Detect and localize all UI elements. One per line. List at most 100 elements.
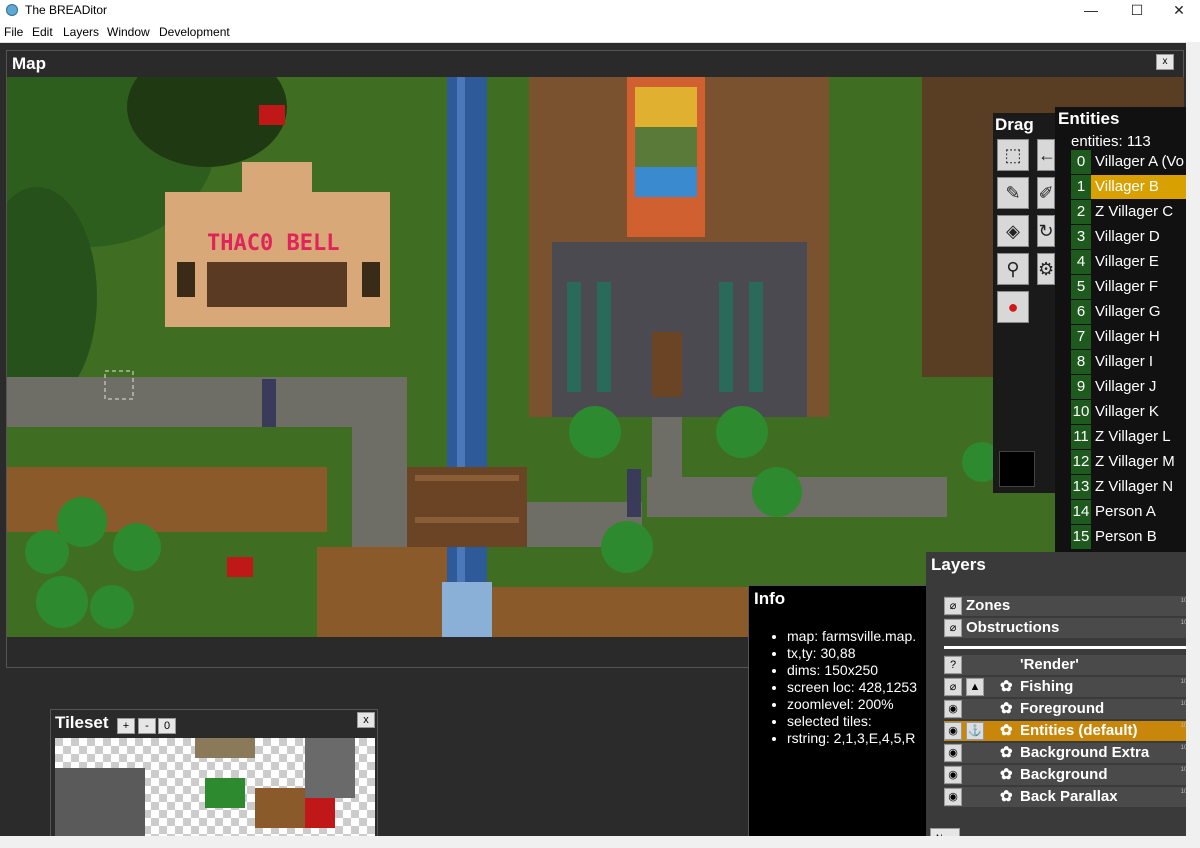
entity-name: Villager H: [1095, 328, 1160, 345]
palette-icon: ✿: [1000, 722, 1013, 739]
eye-icon[interactable]: ◉: [944, 766, 962, 784]
entity-row[interactable]: 9 Villager J: [1071, 375, 1200, 399]
layer-row[interactable]: ◉✿Foreground100%: [944, 699, 1200, 719]
palette-icon: ✿: [1000, 678, 1013, 695]
layer-name: Background: [1020, 766, 1108, 783]
entity-index: 3: [1071, 225, 1091, 249]
maximize-button[interactable]: ☐: [1114, 0, 1160, 22]
entity-row[interactable]: 15 Person B: [1071, 525, 1200, 549]
layers-divider: [944, 646, 1200, 649]
treasure-chest: [259, 105, 285, 125]
entity-name: Villager F: [1095, 278, 1159, 295]
marquee-select-tool[interactable]: ⬚: [997, 139, 1029, 171]
drag-toolbar: Drag ⬚ ✎ ◈ ⚲ ● ← ✐ ↻ ⚙: [993, 113, 1056, 493]
menu-file[interactable]: File: [4, 25, 23, 39]
zoom-tool[interactable]: ⚲: [997, 253, 1029, 285]
anchor-icon[interactable]: ⚓: [966, 722, 984, 740]
entity-name: Person B: [1095, 528, 1157, 545]
entity-row[interactable]: 13 Z Villager N: [1071, 475, 1200, 499]
pencil-tool[interactable]: ✐: [1037, 177, 1055, 209]
layer-row-zones[interactable]: ⌀ Zones 100%: [944, 596, 1200, 616]
eye-icon[interactable]: ◉: [944, 788, 962, 806]
entities-panel: Entities entities: 113 0 Villager A (Vo 1 V…: [1055, 107, 1200, 552]
entity-name: Villager G: [1095, 303, 1161, 320]
app-icon: [6, 4, 18, 16]
menu-edit[interactable]: Edit: [32, 25, 53, 39]
obstruction-tool[interactable]: ●: [997, 291, 1029, 323]
entity-row[interactable]: 6 Villager G: [1071, 300, 1200, 324]
hidden-eye-icon[interactable]: ⌀: [944, 597, 962, 615]
menu-window[interactable]: Window: [107, 25, 150, 39]
entity-row[interactable]: 5 Villager F: [1071, 275, 1200, 299]
eye-icon[interactable]: ⌀: [944, 678, 962, 696]
tileset-panel: Tileset + - 0 x: [50, 709, 378, 848]
tileset-zoom-in-button[interactable]: +: [117, 718, 135, 734]
entity-index: 0: [1071, 150, 1091, 174]
entity-index: 11: [1071, 425, 1091, 449]
entity-row[interactable]: 8 Villager I: [1071, 350, 1200, 374]
entity-row[interactable]: 2Z Villager C: [1071, 200, 1200, 224]
tileset-zoom-out-button[interactable]: -: [138, 718, 156, 734]
entity-index: 9: [1071, 375, 1091, 399]
layers-title: Layers: [931, 555, 986, 574]
render-header-label: 'Render': [1020, 656, 1079, 673]
entity-row[interactable]: 3 Villager D: [1071, 225, 1200, 249]
window-title: The BREADitor: [25, 3, 108, 17]
treasure-chest: [227, 557, 253, 577]
close-window-button[interactable]: ✕: [1156, 0, 1200, 22]
villager-sprite: [262, 379, 276, 427]
layer-name: Foreground: [1020, 700, 1105, 717]
eye-icon[interactable]: ◉: [944, 722, 962, 740]
entity-row[interactable]: 7 Villager H: [1071, 325, 1200, 349]
tileset-tiles: [55, 738, 375, 845]
layer-row[interactable]: ◉✿Entities (default)100%⚓: [944, 721, 1200, 741]
tileset-canvas[interactable]: [55, 738, 375, 845]
entity-row[interactable]: 10 Villager K: [1071, 400, 1200, 424]
layer-row[interactable]: ⌀✿Fishing100%▲: [944, 677, 1200, 697]
arrow-tool[interactable]: ←: [1037, 139, 1056, 171]
tileset-zoom-reset-button[interactable]: 0: [158, 718, 176, 734]
entity-name: Villager A (Vo: [1095, 153, 1184, 170]
map-panel-title: Map: [12, 54, 46, 73]
entity-row[interactable]: 0 Villager A (Vo: [1071, 150, 1200, 174]
entity-row[interactable]: 4 Villager E: [1071, 250, 1200, 274]
entity-index: 14: [1071, 500, 1091, 524]
layer-row[interactable]: ◉✿Back Parallax100%: [944, 787, 1200, 807]
horizontal-scrollbar[interactable]: [0, 836, 1186, 848]
tree-icon[interactable]: ▲: [966, 678, 984, 696]
layer-name: Obstructions: [966, 619, 1060, 636]
fill-bucket-tool[interactable]: ◈: [997, 215, 1029, 247]
settings-tool[interactable]: ⚙: [1037, 253, 1055, 285]
entity-index: 5: [1071, 275, 1091, 299]
color-swatch[interactable]: [999, 451, 1035, 487]
minimize-button[interactable]: —: [1068, 0, 1114, 22]
eye-icon[interactable]: ◉: [944, 744, 962, 762]
layer-row[interactable]: ◉✿Background Extra100%: [944, 743, 1200, 763]
entity-row[interactable]: 11 Z Villager L: [1071, 425, 1200, 449]
layer-row[interactable]: ◉✿Background100%: [944, 765, 1200, 785]
map-close-button[interactable]: x: [1156, 54, 1174, 70]
villager-sprite: [627, 469, 641, 517]
palette-icon: ✿: [1000, 766, 1013, 783]
menu-development[interactable]: Development: [159, 25, 230, 39]
tileset-title: Tileset: [55, 713, 109, 732]
render-header: ? 'Render': [944, 655, 1200, 675]
palette-icon: ✿: [1000, 744, 1013, 761]
menu-layers[interactable]: Layers: [63, 25, 99, 39]
eyedropper-tool[interactable]: ✎: [997, 177, 1029, 209]
help-button[interactable]: ?: [944, 656, 962, 674]
shop-sign: THAC0 BELL: [207, 231, 339, 256]
layer-row-obstructions[interactable]: ⌀ Obstructions 100%: [944, 618, 1200, 638]
tileset-close-button[interactable]: x: [357, 712, 375, 728]
stone-path: [7, 377, 407, 427]
entity-row[interactable]: 12 Z Villager M: [1071, 450, 1200, 474]
vertical-scrollbar[interactable]: [1186, 42, 1200, 848]
hidden-eye-icon[interactable]: ⌀: [944, 619, 962, 637]
entity-row[interactable]: 14 Person A: [1071, 500, 1200, 524]
entity-row[interactable]: 1 Villager B: [1071, 175, 1200, 199]
entity-name: Villager B: [1095, 178, 1159, 195]
palette-icon: ✿: [1000, 788, 1013, 805]
eye-icon[interactable]: ◉: [944, 700, 962, 718]
rotate-tool[interactable]: ↻: [1037, 215, 1055, 247]
layer-name: Fishing: [1020, 678, 1074, 695]
